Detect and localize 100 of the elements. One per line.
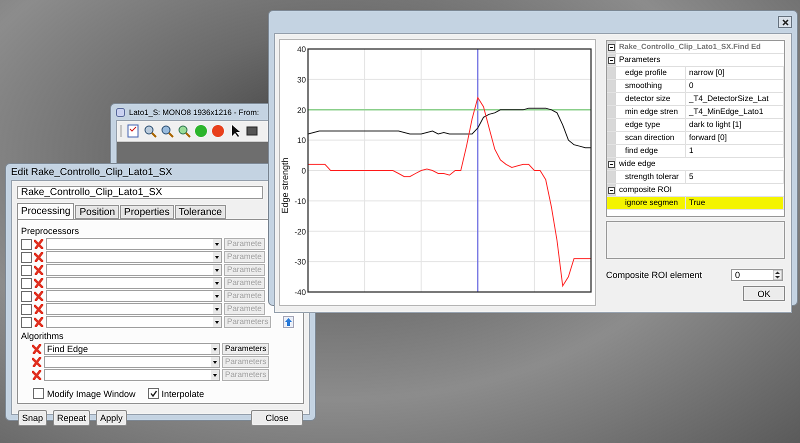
caret-icon xyxy=(213,317,221,327)
dialog-button[interactable]: Apply xyxy=(96,410,127,426)
collapse-icon[interactable] xyxy=(608,160,615,168)
checkbox[interactable] xyxy=(21,252,32,262)
axis-tick-label: 0 xyxy=(302,166,306,176)
caret-icon xyxy=(213,252,221,262)
dropdown[interactable] xyxy=(44,356,220,368)
property-row[interactable]: edge profile narrow [0] xyxy=(607,67,784,80)
dropdown[interactable] xyxy=(46,277,222,289)
property-row[interactable]: scan direction forward [0] xyxy=(607,132,784,145)
caret-icon xyxy=(213,265,221,275)
tab[interactable]: Tolerance xyxy=(174,205,226,219)
dropdown[interactable] xyxy=(46,303,222,315)
property-value[interactable]: _T4_MinEdge_Lato1 xyxy=(686,106,784,118)
square-icon[interactable] xyxy=(245,124,259,138)
toolbar-grip-icon xyxy=(120,124,123,138)
axis-tick-label: -30 xyxy=(294,258,306,267)
dropdown[interactable] xyxy=(46,290,222,302)
checkbox[interactable] xyxy=(21,316,32,328)
delete-icon xyxy=(34,304,44,314)
dropdown[interactable] xyxy=(46,316,222,328)
checkbox[interactable] xyxy=(21,304,32,314)
property-name: smoothing xyxy=(616,80,686,92)
checkbox[interactable] xyxy=(21,278,32,288)
property-name: find edge xyxy=(616,145,686,157)
field-label: Composite ROI element xyxy=(606,270,702,280)
check-icon xyxy=(150,390,157,397)
dialog-button[interactable]: Repeat xyxy=(53,410,90,426)
property-row[interactable]: find edge 1 xyxy=(607,145,784,158)
property-row[interactable]: strength tolerar 5 xyxy=(607,171,784,184)
tab[interactable]: Position xyxy=(75,205,120,219)
property-row[interactable]: detector size _T4_DetectorSize_Lat xyxy=(607,93,784,106)
tab[interactable]: Properties xyxy=(120,205,174,219)
property-value[interactable]: 1 xyxy=(686,145,784,157)
spinner-field[interactable]: 0 xyxy=(731,269,783,281)
spinner-arrows-icon[interactable] xyxy=(773,270,782,280)
name-field[interactable]: Rake_Controllo_Clip_Lato1_SX xyxy=(17,186,263,199)
up-arrow-icon[interactable] xyxy=(283,316,294,328)
dialog-button[interactable]: Close xyxy=(251,410,303,426)
dialog-button[interactable]: Snap xyxy=(18,410,48,426)
parameters-button[interactable]: Parameters xyxy=(222,343,270,355)
property-value[interactable]: 0 xyxy=(686,80,784,92)
axis-tick-label: -40 xyxy=(294,288,306,297)
dropdown[interactable] xyxy=(46,251,222,263)
grid-gutter xyxy=(607,106,616,118)
delete-icon xyxy=(34,317,44,327)
zoom-icon[interactable] xyxy=(177,124,191,138)
property-row[interactable]: min edge stren _T4_MinEdge_Lato1 xyxy=(607,106,784,119)
category-label[interactable]: wide edge xyxy=(616,158,656,170)
section-label: Algorithms xyxy=(21,331,64,341)
category-label[interactable]: composite ROI xyxy=(616,184,672,196)
dropdown[interactable] xyxy=(46,264,222,276)
axis-title: Edge strength xyxy=(280,157,290,214)
tab[interactable]: Processing xyxy=(17,203,74,219)
delete-icon xyxy=(32,370,42,380)
checkbox-label: Modify Image Window xyxy=(47,388,136,398)
caret-icon xyxy=(213,278,221,288)
property-value[interactable]: dark to light [1] xyxy=(686,119,784,131)
checkbox[interactable] xyxy=(33,388,44,399)
property-name: ignore segmen xyxy=(616,197,686,209)
property-value[interactable]: True xyxy=(686,197,784,209)
dropdown[interactable]: Find Edge xyxy=(44,343,220,355)
checkbox[interactable] xyxy=(21,264,32,276)
checklist-icon[interactable] xyxy=(126,124,140,138)
dropdown[interactable] xyxy=(44,369,220,381)
start-icon[interactable] xyxy=(194,124,208,138)
property-value[interactable]: _T4_DetectorSize_Lat xyxy=(686,93,784,105)
caret-icon xyxy=(213,291,221,301)
checkbox[interactable] xyxy=(21,290,32,302)
dropdown[interactable] xyxy=(46,238,222,250)
property-value[interactable]: narrow [0] xyxy=(686,67,784,79)
close-button[interactable] xyxy=(778,16,792,28)
property-name: edge type xyxy=(616,119,686,131)
caret-icon xyxy=(211,357,219,367)
zoom-in-icon[interactable] xyxy=(160,124,174,138)
axis-tick-label: 20 xyxy=(297,106,306,115)
axis-tick-label: 30 xyxy=(297,75,306,84)
property-row[interactable]: smoothing 0 xyxy=(607,80,784,93)
property-value[interactable]: 5 xyxy=(686,171,784,183)
window-title: Edit Rake_Controllo_Clip_Lato1_SX xyxy=(11,166,172,178)
zoom-out-icon[interactable] xyxy=(143,124,157,138)
axis-tick-label: 10 xyxy=(297,136,306,146)
collapse-icon[interactable] xyxy=(608,44,615,50)
delete-icon xyxy=(34,265,44,275)
property-value[interactable]: forward [0] xyxy=(686,132,784,144)
delete-icon xyxy=(32,357,42,367)
collapse-icon[interactable] xyxy=(608,56,615,64)
checkbox[interactable] xyxy=(148,388,159,399)
caret-icon xyxy=(213,239,221,249)
stop-icon[interactable] xyxy=(211,124,225,138)
close-icon xyxy=(782,18,788,26)
checkbox[interactable] xyxy=(21,238,32,250)
collapse-icon[interactable] xyxy=(608,186,615,194)
property-name: strength tolerar xyxy=(616,171,686,183)
property-name: min edge stren xyxy=(616,106,686,118)
category-label[interactable]: Parameters xyxy=(616,54,660,66)
property-row[interactable]: edge type dark to light [1] xyxy=(607,119,784,132)
property-row[interactable]: ignore segmen True xyxy=(607,197,784,210)
delete-icon xyxy=(32,344,42,354)
ok-button[interactable]: OK xyxy=(743,286,785,301)
